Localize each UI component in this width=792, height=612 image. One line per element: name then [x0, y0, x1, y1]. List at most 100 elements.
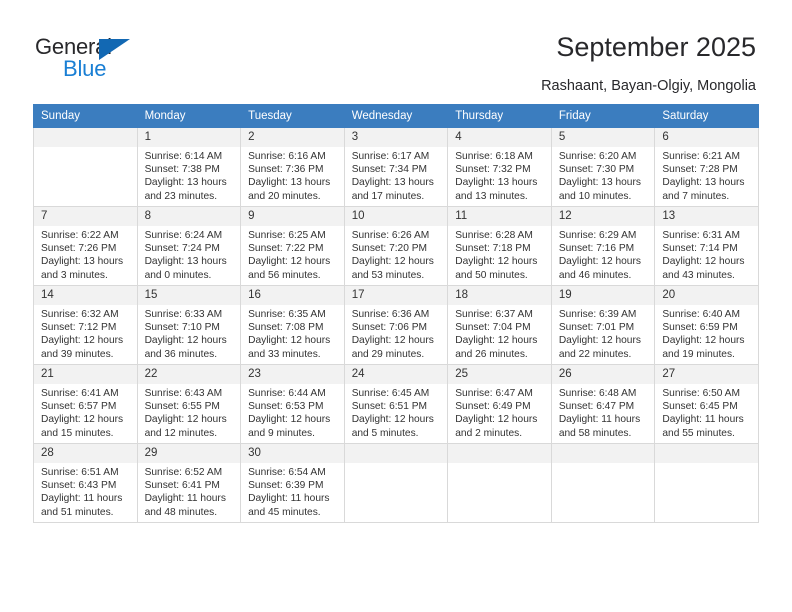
day-number: 8 [137, 207, 241, 226]
daylight-text: Daylight: 13 hours [144, 256, 227, 268]
day-number: 25 [448, 365, 551, 384]
daylight-text: and 56 minutes. [248, 269, 321, 281]
day-cell[interactable]: 14 Sunrise: 6:32 AM Sunset: 7:12 PM Dayligh… [33, 285, 138, 365]
daylight-text: Daylight: 13 hours [41, 256, 124, 268]
day-cell[interactable]: 12 Sunrise: 6:29 AM Sunset: 7:16 PM Dayligh… [550, 206, 656, 286]
day-cell[interactable]: 5 Sunrise: 6:20 AM Sunset: 7:30 PM Daylight… [550, 127, 656, 207]
sunrise-text: Sunrise: 6:48 AM [558, 388, 637, 399]
day-cell-inner: 30 Sunrise: 6:54 AM Sunset: 6:39 PM Dayligh… [241, 444, 344, 522]
day-cell[interactable]: 18 Sunrise: 6:37 AM Sunset: 7:04 PM Dayligh… [447, 285, 552, 365]
day-cell[interactable]: 4 Sunrise: 6:18 AM Sunset: 7:32 PM Daylight… [447, 127, 552, 207]
sunset-text: Sunset: 7:34 PM [351, 164, 428, 176]
day-cell[interactable]: 17 Sunrise: 6:36 AM Sunset: 7:06 PM Dayligh… [343, 285, 449, 365]
day-cell-inner: 24 Sunrise: 6:45 AM Sunset: 6:51 PM Dayligh… [344, 365, 448, 443]
day-details: Sunrise: 6:51 AM Sunset: 6:43 PM Daylight:… [34, 463, 137, 519]
day-cell-empty [447, 443, 552, 523]
day-details: Sunrise: 6:29 AM Sunset: 7:16 PM Daylight:… [552, 226, 655, 282]
week-row: 1 Sunrise: 6:14 AM Sunset: 7:38 PM Daylight… [33, 127, 759, 207]
day-cell-empty [33, 127, 138, 207]
sunrise-text: Sunrise: 6:25 AM [248, 230, 326, 241]
day-details: Sunrise: 6:37 AM Sunset: 7:04 PM Daylight:… [448, 305, 551, 361]
day-cell-inner: 9 Sunrise: 6:25 AM Sunset: 7:22 PM Daylight… [241, 207, 344, 285]
day-details: Sunrise: 6:52 AM Sunset: 6:41 PM Daylight:… [138, 463, 241, 519]
day-cell-inner: 20 Sunrise: 6:40 AM Sunset: 6:59 PM Dayligh… [655, 286, 758, 364]
day-cell-inner: 28 Sunrise: 6:51 AM Sunset: 6:43 PM Dayligh… [34, 444, 137, 522]
sunset-text: Sunset: 6:47 PM [558, 401, 635, 413]
sunset-text: Sunset: 6:41 PM [144, 480, 220, 492]
day-cell[interactable]: 28 Sunrise: 6:51 AM Sunset: 6:43 PM Dayligh… [33, 443, 138, 523]
day-number [448, 444, 551, 463]
daylight-text: and 29 minutes. [351, 348, 425, 360]
day-cell[interactable]: 2 Sunrise: 6:16 AM Sunset: 7:36 PM Daylight… [240, 127, 345, 207]
day-cell[interactable]: 29 Sunrise: 6:52 AM Sunset: 6:41 PM Dayligh… [136, 443, 242, 523]
day-cell-inner: 6 Sunrise: 6:21 AM Sunset: 7:28 PM Daylight… [655, 128, 758, 206]
day-number: 17 [344, 286, 448, 305]
day-cell[interactable]: 30 Sunrise: 6:54 AM Sunset: 6:39 PM Dayligh… [240, 443, 345, 523]
day-number: 28 [34, 444, 137, 463]
day-cell[interactable]: 27 Sunrise: 6:50 AM Sunset: 6:45 PM Dayligh… [654, 364, 759, 444]
day-cell[interactable]: 6 Sunrise: 6:21 AM Sunset: 7:28 PM Daylight… [654, 127, 759, 207]
sunrise-text: Sunrise: 6:47 AM [455, 388, 533, 399]
day-cell-inner: 14 Sunrise: 6:32 AM Sunset: 7:12 PM Dayligh… [34, 286, 137, 364]
sunset-text: Sunset: 7:10 PM [144, 322, 220, 334]
day-number: 14 [34, 286, 137, 305]
weekday-header-row: Sunday Monday Tuesday Wednesday Thursday Frid… [33, 104, 759, 128]
weekday-header-saturday: Saturday [654, 104, 759, 128]
day-cell[interactable]: 10 Sunrise: 6:26 AM Sunset: 7:20 PM Dayligh… [343, 206, 449, 286]
day-details: Sunrise: 6:39 AM Sunset: 7:01 PM Daylight:… [552, 305, 655, 361]
daylight-text: Daylight: 12 hours [41, 414, 124, 426]
day-cell-inner: 23 Sunrise: 6:44 AM Sunset: 6:53 PM Dayligh… [241, 365, 344, 443]
daylight-text: and 46 minutes. [558, 269, 632, 281]
day-cell[interactable]: 23 Sunrise: 6:44 AM Sunset: 6:53 PM Dayligh… [240, 364, 345, 444]
day-cell[interactable]: 11 Sunrise: 6:28 AM Sunset: 7:18 PM Dayligh… [447, 206, 552, 286]
daylight-text: Daylight: 13 hours [248, 177, 331, 189]
day-cell[interactable]: 25 Sunrise: 6:47 AM Sunset: 6:49 PM Dayligh… [447, 364, 552, 444]
month-calendar: Sunday Monday Tuesday Wednesday Thursday Frid… [33, 104, 759, 523]
sunset-text: Sunset: 6:43 PM [41, 480, 117, 492]
sunrise-text: Sunrise: 6:44 AM [248, 388, 326, 399]
daylight-text: Daylight: 12 hours [662, 335, 745, 347]
day-cell[interactable]: 8 Sunrise: 6:24 AM Sunset: 7:24 PM Daylight… [136, 206, 242, 286]
sunset-text: Sunset: 6:49 PM [455, 401, 531, 413]
daylight-text: and 39 minutes. [41, 348, 114, 360]
week-row: 21 Sunrise: 6:41 AM Sunset: 6:57 PM Dayligh… [33, 364, 759, 444]
day-number: 24 [344, 365, 448, 384]
day-cell[interactable]: 19 Sunrise: 6:39 AM Sunset: 7:01 PM Dayligh… [550, 285, 656, 365]
sunrise-text: Sunrise: 6:31 AM [662, 230, 740, 241]
day-cell[interactable]: 21 Sunrise: 6:41 AM Sunset: 6:57 PM Dayligh… [33, 364, 138, 444]
day-cell[interactable]: 13 Sunrise: 6:31 AM Sunset: 7:14 PM Dayligh… [654, 206, 759, 286]
day-cell[interactable]: 7 Sunrise: 6:22 AM Sunset: 7:26 PM Daylight… [33, 206, 138, 286]
day-cell-inner: 11 Sunrise: 6:28 AM Sunset: 7:18 PM Dayligh… [448, 207, 551, 285]
daylight-text: and 53 minutes. [351, 269, 425, 281]
daylight-text: Daylight: 12 hours [351, 414, 434, 426]
day-cell-inner: 4 Sunrise: 6:18 AM Sunset: 7:32 PM Daylight… [448, 128, 551, 206]
day-cell[interactable]: 20 Sunrise: 6:40 AM Sunset: 6:59 PM Dayligh… [654, 285, 759, 365]
sunset-text: Sunset: 7:16 PM [558, 243, 635, 255]
daylight-text: Daylight: 12 hours [248, 414, 331, 426]
sunset-text: Sunset: 7:18 PM [455, 243, 531, 255]
day-cell[interactable]: 16 Sunrise: 6:35 AM Sunset: 7:08 PM Dayligh… [240, 285, 345, 365]
daylight-text: Daylight: 12 hours [558, 335, 641, 347]
daylight-text: and 43 minutes. [662, 269, 735, 281]
sunset-text: Sunset: 7:06 PM [351, 322, 428, 334]
sunset-text: Sunset: 6:57 PM [41, 401, 117, 413]
day-number: 9 [241, 207, 344, 226]
day-number: 20 [655, 286, 758, 305]
day-cell[interactable]: 26 Sunrise: 6:48 AM Sunset: 6:47 PM Dayligh… [550, 364, 656, 444]
sunrise-text: Sunrise: 6:22 AM [41, 230, 119, 241]
day-cell[interactable]: 9 Sunrise: 6:25 AM Sunset: 7:22 PM Daylight… [240, 206, 345, 286]
day-details: Sunrise: 6:16 AM Sunset: 7:36 PM Daylight:… [241, 147, 344, 203]
general-blue-logo[interactable]: General Blue [35, 34, 165, 84]
day-cell[interactable]: 24 Sunrise: 6:45 AM Sunset: 6:51 PM Dayligh… [343, 364, 449, 444]
sunrise-text: Sunrise: 6:33 AM [144, 309, 223, 320]
daylight-text: Daylight: 12 hours [41, 335, 124, 347]
day-cell[interactable]: 15 Sunrise: 6:33 AM Sunset: 7:10 PM Dayligh… [136, 285, 242, 365]
daylight-text: and 10 minutes. [558, 190, 632, 202]
day-cell[interactable]: 1 Sunrise: 6:14 AM Sunset: 7:38 PM Daylight… [136, 127, 242, 207]
daylight-text: Daylight: 12 hours [351, 256, 434, 268]
day-cell[interactable]: 22 Sunrise: 6:43 AM Sunset: 6:55 PM Dayligh… [136, 364, 242, 444]
day-cell[interactable]: 3 Sunrise: 6:17 AM Sunset: 7:34 PM Daylight… [343, 127, 449, 207]
day-number: 7 [34, 207, 137, 226]
weekday-header-thursday: Thursday [447, 104, 552, 128]
daylight-text: and 22 minutes. [558, 348, 632, 360]
